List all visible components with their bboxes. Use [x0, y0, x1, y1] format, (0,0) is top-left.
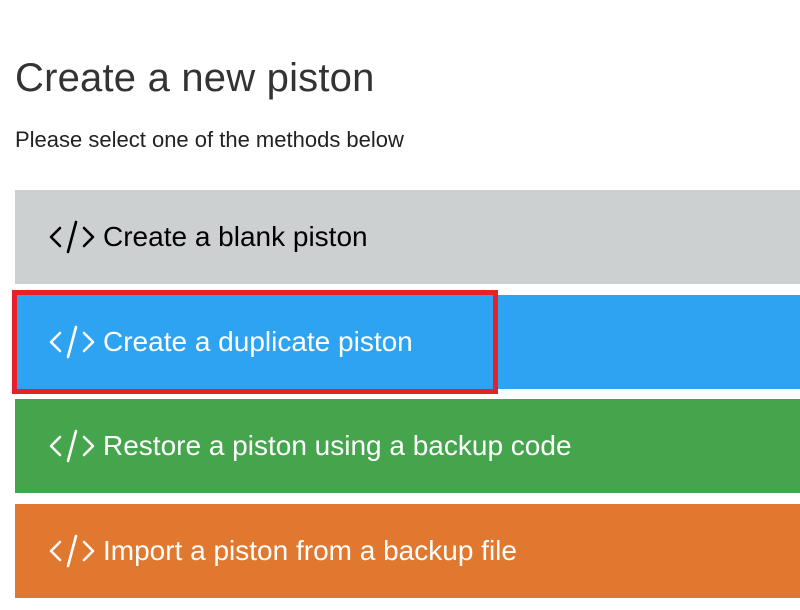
page-title: Create a new piston [15, 56, 375, 100]
code-icon [47, 428, 97, 464]
code-icon [47, 219, 97, 255]
option-label: Import a piston from a backup file [103, 535, 517, 566]
code-icon [47, 533, 97, 569]
option-label: Restore a piston using a backup code [103, 430, 572, 461]
create-blank-piston-option[interactable]: Create a blank piston [15, 190, 800, 284]
restore-piston-backup-code-option[interactable]: Restore a piston using a backup code [15, 399, 800, 493]
import-piston-backup-file-option[interactable]: Import a piston from a backup file [15, 504, 800, 598]
option-label: Create a blank piston [103, 221, 368, 252]
create-duplicate-piston-option[interactable]: Create a duplicate piston [15, 295, 800, 389]
code-icon [47, 324, 97, 360]
page-subtitle: Please select one of the methods below [15, 127, 404, 152]
option-label: Create a duplicate piston [103, 326, 413, 357]
